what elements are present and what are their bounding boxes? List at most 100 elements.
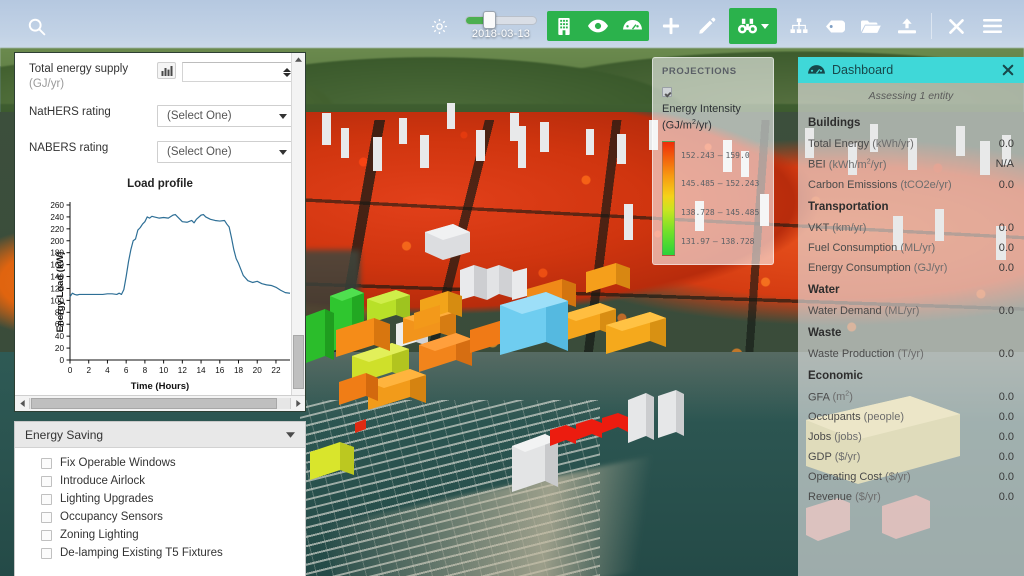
dashboard-metric-value: 0.0 [998,138,1014,150]
field-label-text: NABERS rating [29,142,109,154]
scroll-up-icon[interactable] [292,53,306,66]
vertical-scroll-thumb[interactable] [292,335,304,389]
svg-text:220: 220 [50,225,64,234]
tag-icon[interactable] [817,8,853,44]
hamburger-menu-icon[interactable] [974,8,1010,44]
dashboard-metric-row: Carbon Emissions (tCO2e/yr) 0.0 [798,175,1024,195]
dashboard-metric-value: 0.0 [998,261,1014,274]
date-slider-track[interactable] [465,16,537,25]
svg-text:4: 4 [105,366,110,375]
nabers-rating-select[interactable]: (Select One) [157,141,293,163]
svg-text:22: 22 [271,366,281,375]
checkbox[interactable] [41,457,52,469]
svg-text:260: 260 [50,201,64,210]
folder-open-icon[interactable] [853,8,889,44]
dashboard-metric-label: Occupants (people) [808,411,904,424]
building-icon[interactable] [547,11,581,41]
vertical-scroll-track[interactable] [292,66,306,395]
total-energy-supply-input[interactable] [182,62,295,82]
dashboard-metric-unit: (GJ/yr) [913,261,948,274]
search-icon[interactable] [26,16,47,37]
nathers-rating-select[interactable]: (Select One) [157,105,293,127]
dashboard-metric-row: GDP ($/yr) 0.0 [798,447,1024,467]
dashboard-metric-value: 0.0 [998,178,1014,191]
svg-text:18: 18 [234,366,244,375]
binoculars-icon[interactable] [729,8,765,44]
stepper-up-icon[interactable] [283,67,291,72]
nathers-rating-value: (Select One) [167,110,232,122]
checkbox[interactable] [41,493,52,505]
left-panel-horizontal-scrollbar[interactable] [15,395,305,411]
gear-icon[interactable] [421,8,457,44]
checkbox[interactable] [41,511,52,523]
date-slider-knob[interactable] [483,11,496,29]
plus-icon[interactable] [653,8,689,44]
legend-range-dash: – [717,208,723,218]
close-icon[interactable] [1002,64,1014,76]
legend-range-from: 138.728 [681,208,715,218]
dashboard-metric-value: N/A [995,158,1014,171]
chevron-down-icon[interactable] [279,113,287,119]
dashboard-metric-value: 0.0 [998,451,1014,464]
horizontal-scroll-track[interactable] [29,398,291,409]
upload-icon[interactable] [889,8,925,44]
date-slider[interactable]: 2018-03-13 [465,8,537,44]
list-item[interactable]: Occupancy Sensors [15,508,305,526]
chart-title: Load profile [127,178,193,190]
checkbox[interactable] [41,475,52,487]
stepper-down-icon[interactable] [283,72,291,77]
list-item[interactable]: Fix Operable Windows [15,454,305,472]
dashboard-metric-unit: (jobs) [834,431,862,444]
list-item-label: Zoning Lighting [60,529,139,541]
svg-text:40: 40 [55,332,65,341]
dashboard-metric-row: Occupants (people) 0.0 [798,407,1024,427]
svg-text:240: 240 [50,213,64,222]
sitemap-icon[interactable] [781,8,817,44]
svg-text:14: 14 [197,366,207,375]
svg-text:16: 16 [215,366,225,375]
dashboard-metric-row: Operating Cost ($/yr) 0.0 [798,467,1024,487]
list-item-label: De-lamping Existing T5 Fixtures [60,547,223,559]
scroll-right-icon[interactable] [291,397,305,411]
svg-text:200: 200 [50,237,64,246]
checkbox[interactable] [41,529,52,541]
list-item[interactable]: De-lamping Existing T5 Fixtures [15,544,305,562]
horizontal-scroll-thumb[interactable] [31,398,277,409]
building-properties-panel: Total energy supply (GJ/yr) NatHERS rati… [14,52,306,412]
dashboard-metric-row: Waste Production (T/yr) 0.0 [798,344,1024,364]
svg-text:6: 6 [124,366,129,375]
chevron-down-icon[interactable] [279,149,287,155]
dashboard-icon [808,64,825,77]
energy-saving-header[interactable]: Energy Saving [15,422,305,448]
energy-saving-title: Energy Saving [25,427,104,442]
projections-panel: PROJECTIONS Energy Intensity (GJ/m2/yr) … [652,57,774,265]
dashboard-metric-value: 0.0 [998,241,1014,254]
dashboard-group-title: Waste [808,326,842,339]
list-item[interactable]: Lighting Upgrades [15,490,305,508]
projections-checkbox[interactable] [662,87,672,97]
scroll-left-icon[interactable] [15,397,29,411]
binoculars-button[interactable] [729,8,777,44]
legend-row: 152.243–159.0 [681,151,764,160]
chart-icon[interactable] [157,62,176,79]
chevron-down-icon[interactable] [286,431,295,438]
dashboard-group-title: Economic [808,369,863,382]
dashboard-metric-unit: (km/yr) [832,221,867,234]
close-x-icon[interactable] [938,8,974,44]
dashboard-icon[interactable] [615,11,649,41]
dashboard-group-title: Water [808,283,840,296]
dashboard-metric-unit: (people) [863,411,904,424]
pencil-icon[interactable] [689,8,725,44]
svg-text:20: 20 [55,344,65,353]
legend-row: 131.97–138.728 [681,237,764,246]
projections-legend: 152.243–159.0 145.485–152.243 138.728–145.… [662,140,764,256]
dashboard-group-title: Buildings [808,117,861,129]
quantity-stepper[interactable] [283,67,291,77]
eye-icon[interactable] [581,11,615,41]
chevron-down-icon[interactable] [761,23,769,29]
list-item[interactable]: Introduce Airlock [15,472,305,490]
color-gradient-bar [662,140,675,256]
checkbox[interactable] [41,547,52,559]
left-panel-vertical-scrollbar[interactable] [291,53,305,395]
list-item[interactable]: Zoning Lighting [15,526,305,544]
